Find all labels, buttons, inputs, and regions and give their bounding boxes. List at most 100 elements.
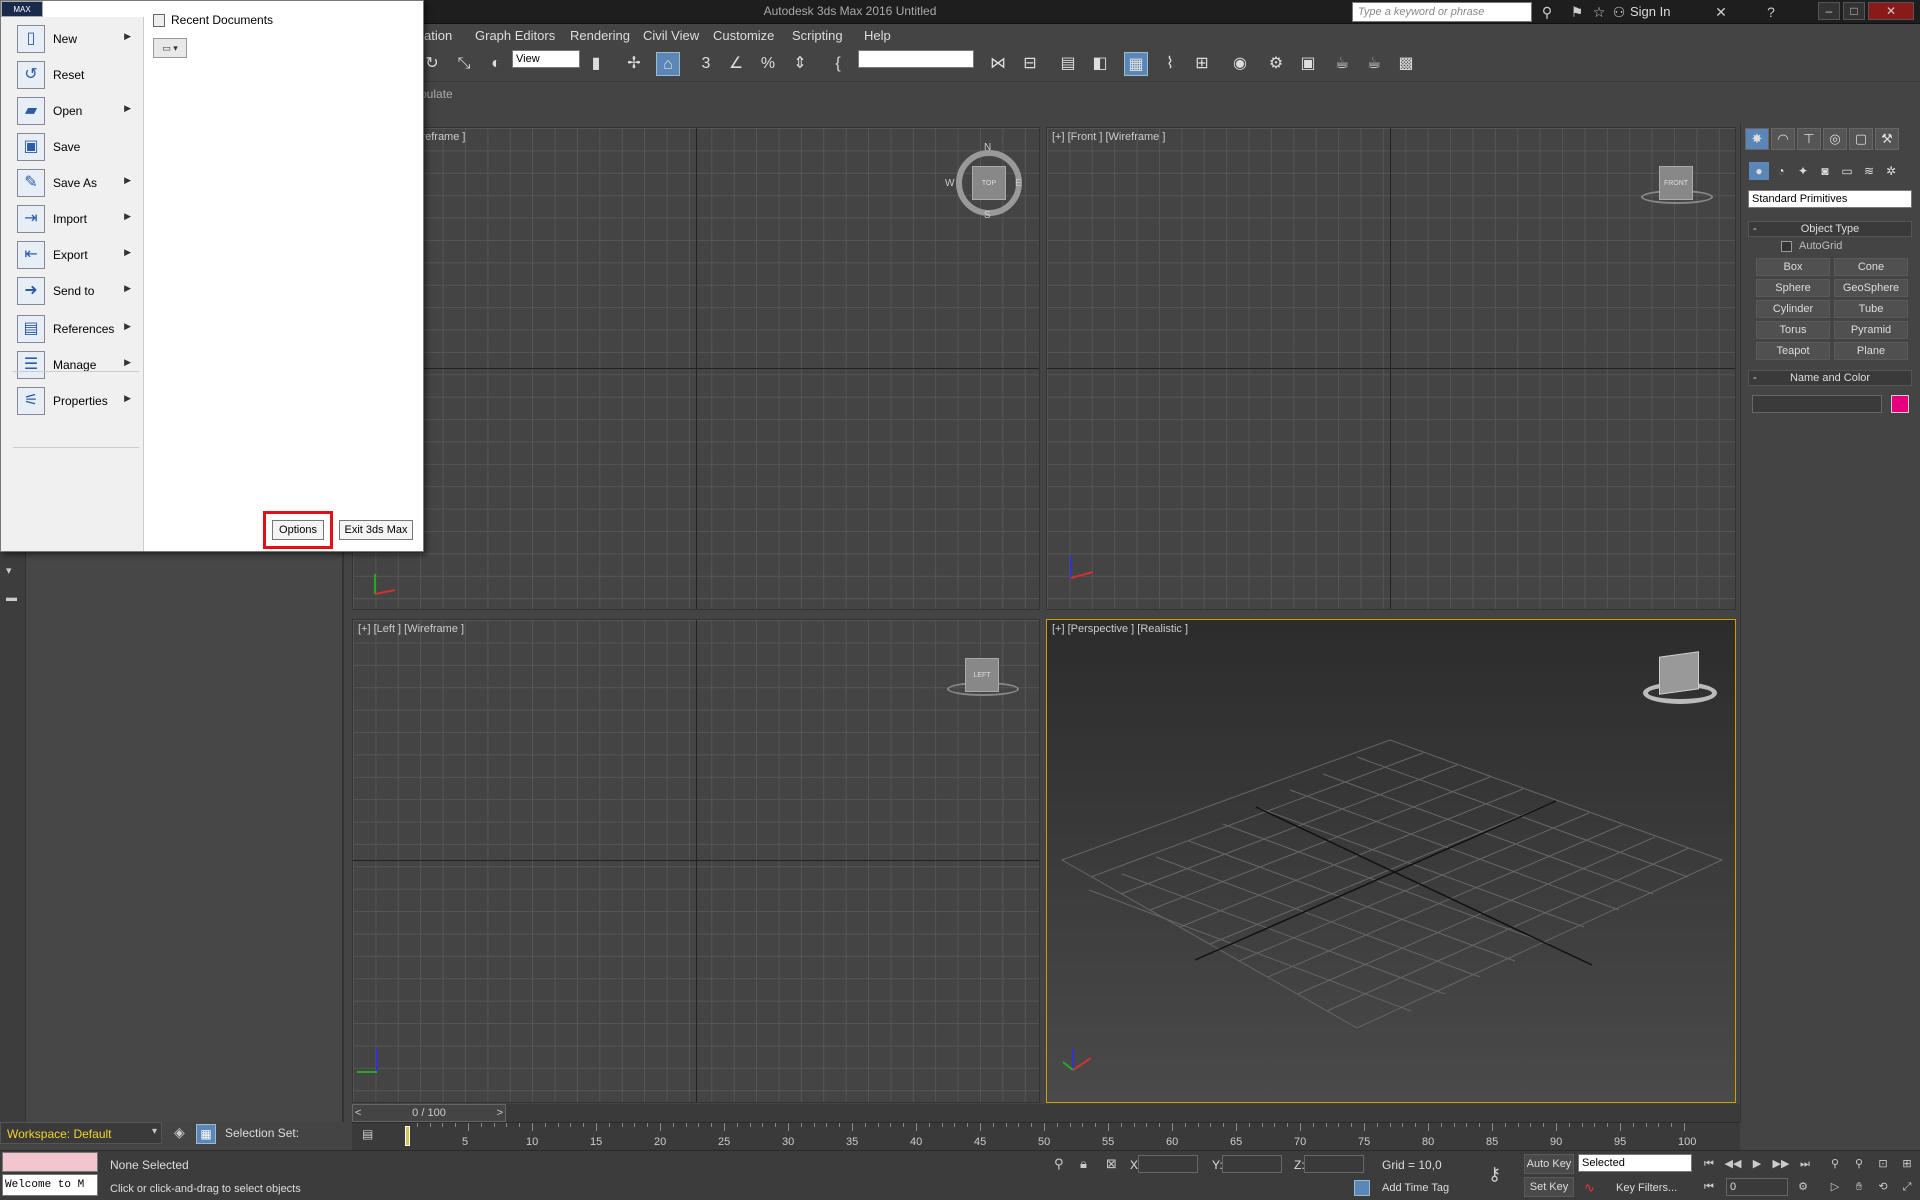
next-key-icon[interactable]: ▶▶ (1772, 1155, 1790, 1173)
cameras-icon[interactable]: ◙ (1815, 162, 1835, 180)
workspace-dropdown[interactable]: Workspace: Default (0, 1122, 162, 1144)
track-bar[interactable]: ▤ 5 10 15 20 25 30 35 40 45 50 55 60 65 70 75 80 85 90 95 1… (352, 1122, 1740, 1150)
field-of-view-icon[interactable]: ▷ (1826, 1178, 1844, 1196)
tube-button[interactable]: Tube (1834, 300, 1908, 318)
manipulate-icon[interactable]: ✢ (622, 52, 646, 76)
material-editor-icon[interactable]: ◉ (1228, 52, 1252, 76)
menu-item-save-as[interactable]: ✎ Save As ▶ (13, 163, 139, 203)
play-icon[interactable]: ▶ (1748, 1155, 1766, 1173)
sphere-button[interactable]: Sphere (1756, 279, 1830, 297)
curve-icon[interactable]: ∿ (1584, 1180, 1595, 1196)
hierarchy-tab-icon[interactable]: ⊤ (1797, 128, 1821, 150)
utilities-tab-icon[interactable]: ⚒ (1875, 128, 1899, 150)
close-button[interactable]: ✕ (1868, 2, 1914, 20)
menu-animation[interactable]: ation (424, 28, 452, 43)
menu-item-manage[interactable]: ☰ Manage ▶ (13, 345, 139, 385)
sign-in-link[interactable]: Sign In (1630, 4, 1670, 19)
z-coordinate-input[interactable] (1304, 1155, 1364, 1173)
edit-named-selection-icon[interactable]: { (826, 52, 850, 76)
maximize-viewport-icon[interactable]: ⤢ (1898, 1178, 1916, 1196)
viewcube[interactable]: FRONT (1659, 166, 1693, 200)
systems-icon[interactable]: ✲ (1881, 162, 1901, 180)
exit-button[interactable]: Exit 3ds Max (339, 520, 413, 540)
geosphere-button[interactable]: GeoSphere (1834, 279, 1908, 297)
menu-item-references[interactable]: ▤ References ▶ (13, 309, 139, 349)
prev-frame-icon[interactable]: < (355, 1105, 361, 1121)
scale-icon[interactable]: ⤡ (452, 52, 476, 76)
zoom-icon[interactable]: ⚲ (1826, 1155, 1844, 1173)
zoom-extents-all-icon[interactable]: ⊞ (1898, 1155, 1916, 1173)
object-category-dropdown[interactable]: Standard Primitives (1748, 190, 1912, 208)
time-slider-track[interactable] (352, 1104, 1740, 1122)
listener-output[interactable]: Welcome to M (2, 1174, 98, 1196)
render-iterative-icon[interactable]: ☕ (1362, 52, 1386, 76)
recent-documents-view-dropdown[interactable]: ▭ ▾ (153, 38, 187, 58)
add-time-tag[interactable]: Add Time Tag (1382, 1182, 1449, 1194)
menu-item-properties[interactable]: ⚟ Properties ▶ (13, 381, 139, 421)
menu-item-reset[interactable]: ↺ Reset (13, 55, 139, 95)
cylinder-button[interactable]: Cylinder (1756, 300, 1830, 318)
teapot-button[interactable]: Teapot (1756, 342, 1830, 360)
menu-item-open[interactable]: ▰ Open ▶ (13, 91, 139, 131)
filter-icon[interactable]: ▾ (6, 564, 20, 578)
menu-item-save[interactable]: ▣ Save (13, 127, 139, 167)
binoculars-icon[interactable]: ⚲ (1538, 3, 1556, 21)
plane-button[interactable]: Plane (1834, 342, 1908, 360)
render-setup-icon[interactable]: ⚙ (1264, 52, 1288, 76)
menu-civil-view[interactable]: Civil View (643, 28, 699, 43)
viewport-label[interactable]: ireframe ] (419, 131, 465, 143)
spinner-snap-icon[interactable]: ⇕ (788, 52, 812, 76)
schematic-view-icon[interactable]: ⊞ (1190, 52, 1214, 76)
placement-icon[interactable]: ◐ (484, 52, 508, 76)
zoom-all-icon[interactable]: ⚲ (1850, 1155, 1868, 1173)
communication-icon[interactable]: ⚑ (1568, 3, 1586, 21)
exchange-icon[interactable]: ✕ (1712, 3, 1730, 21)
maximize-button[interactable]: □ (1843, 2, 1865, 20)
next-frame-icon[interactable]: > (497, 1105, 503, 1121)
time-slider[interactable]: < 0 / 100 > (352, 1104, 506, 1122)
torus-button[interactable]: Torus (1756, 321, 1830, 339)
menu-item-send-to[interactable]: ➜ Send to ▶ (13, 271, 139, 311)
viewport-perspective[interactable]: [+] [Perspective ] [Realistic ] (1046, 619, 1736, 1103)
set-key-button[interactable]: Set Key (1524, 1177, 1574, 1197)
lights-icon[interactable]: ✦ (1793, 162, 1813, 180)
scene-explorer-icon[interactable]: ▦ (1124, 52, 1148, 76)
render-online-icon[interactable]: ▩ (1394, 52, 1418, 76)
viewport-label[interactable]: [+] [Front ] [Wireframe ] (1052, 131, 1165, 143)
geometry-icon[interactable]: ● (1749, 162, 1769, 180)
create-tab-icon[interactable]: ✸ (1745, 128, 1769, 150)
lock-icon[interactable]: 🔒︎ (1080, 1156, 1087, 1172)
isolate-icon[interactable]: ⚲ (1054, 1156, 1064, 1172)
box-button[interactable]: Box (1756, 258, 1830, 276)
key-mode-icon[interactable]: ⏮ (1700, 1178, 1718, 1196)
percent-snap-icon[interactable]: % (756, 52, 780, 76)
curve-editor-icon[interactable]: ⌇ (1158, 52, 1182, 76)
menu-graph-editors[interactable]: Graph Editors (475, 28, 555, 43)
viewport-top[interactable]: ireframe ] TOP N S W E (352, 127, 1040, 610)
keyboard-shortcut-icon[interactable]: ⌂ (656, 52, 680, 76)
viewcube[interactable] (1659, 651, 1699, 695)
scene-explorer-icon[interactable]: ▦ (196, 1124, 216, 1144)
key-mode-dropdown[interactable]: Selected (1578, 1154, 1692, 1172)
rendered-frame-icon[interactable]: ▣ (1296, 52, 1320, 76)
maxscript-mini-listener[interactable] (2, 1152, 98, 1172)
key-icon[interactable]: ⚷ (1488, 1164, 1501, 1185)
mirror-icon[interactable]: ⋈ (986, 52, 1010, 76)
align-icon[interactable]: ⊟ (1018, 52, 1042, 76)
angle-snap-icon[interactable]: ∠ (724, 52, 748, 76)
modify-tab-icon[interactable]: ◠ (1771, 128, 1795, 150)
menu-item-import[interactable]: ⇥ Import ▶ (13, 199, 139, 239)
menu-item-export[interactable]: ⇤ Export ▶ (13, 235, 139, 275)
x-coordinate-input[interactable] (1138, 1155, 1198, 1173)
time-config-icon[interactable]: ⚙ (1794, 1178, 1812, 1196)
mini-curve-editor-icon[interactable]: ▤ (362, 1127, 384, 1145)
helpers-icon[interactable]: ▭ (1837, 162, 1857, 180)
menu-help[interactable]: Help (864, 28, 891, 43)
display-tab-icon[interactable]: ▢ (1849, 128, 1873, 150)
viewcube[interactable]: LEFT (965, 658, 999, 692)
render-teapot-icon[interactable]: ☕ (1330, 52, 1354, 76)
y-coordinate-input[interactable] (1222, 1155, 1282, 1173)
application-button[interactable]: MAX (1, 1, 43, 17)
search-input[interactable]: Type a keyword or phrase (1352, 2, 1532, 22)
chevron-down-icon[interactable]: ▾ (152, 1126, 157, 1137)
